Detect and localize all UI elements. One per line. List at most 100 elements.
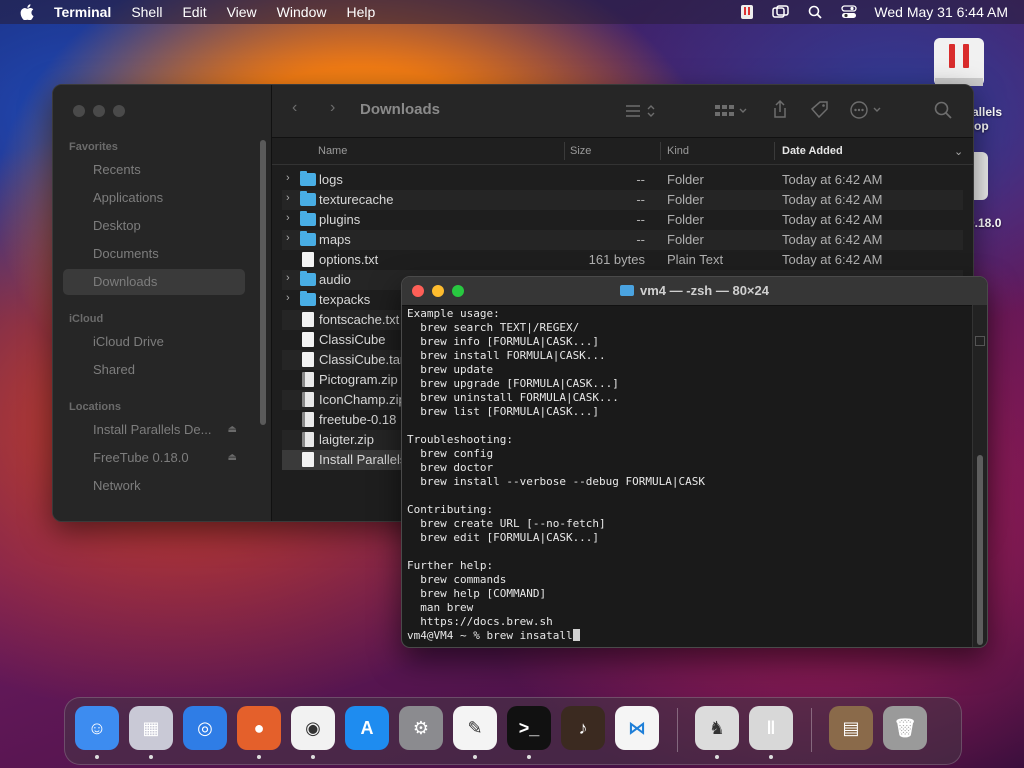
- finder-app-icon[interactable]: ☺: [75, 706, 119, 750]
- menu-bar: Terminal Shell Edit View Window Help Wed…: [0, 0, 1024, 24]
- menu-window[interactable]: Window: [277, 4, 327, 20]
- folder-icon: [300, 211, 316, 226]
- disclosure-chevron-icon[interactable]: ›: [286, 232, 290, 244]
- finder-window-controls: [73, 105, 125, 117]
- running-indicator: [527, 755, 531, 759]
- menu-clock[interactable]: Wed May 31 6:44 AM: [874, 4, 1008, 20]
- spotlight-search-icon[interactable]: [806, 4, 824, 20]
- launchpad-app-icon[interactable]: ▦: [129, 706, 173, 750]
- folder-icon: [620, 285, 634, 296]
- file-name: Pictogram.zip: [319, 372, 398, 387]
- search-icon[interactable]: [934, 101, 952, 124]
- parallels-status-icon[interactable]: [738, 4, 756, 20]
- apple-menu-icon[interactable]: [18, 4, 36, 20]
- app-store-app-icon[interactable]: A: [345, 706, 389, 750]
- sidebar-scrollbar[interactable]: [260, 140, 266, 425]
- control-center-icon[interactable]: [840, 4, 858, 20]
- file-name: ClassiCube: [319, 332, 386, 347]
- zip-file-icon: [302, 432, 314, 447]
- textedit-app-icon[interactable]: ✎: [453, 706, 497, 750]
- sidebar-item-icloud-drive[interactable]: iCloud Drive: [63, 329, 245, 355]
- terminal-app-icon[interactable]: >_: [507, 706, 551, 750]
- menu-app-name[interactable]: Terminal: [54, 4, 111, 20]
- group-by-icon[interactable]: [714, 103, 750, 124]
- trash-icon[interactable]: 🗑: [883, 706, 927, 750]
- disclosure-chevron-icon[interactable]: ›: [286, 192, 290, 204]
- firefox-app-icon[interactable]: ●: [237, 706, 281, 750]
- file-name: fontscache.txt: [319, 312, 400, 327]
- file-kind: Folder: [667, 192, 704, 207]
- share-icon[interactable]: [772, 99, 788, 124]
- zip-file-icon: [302, 412, 314, 427]
- freetube-disk-icon[interactable]: [972, 152, 988, 200]
- sidebar-item-network[interactable]: Network: [63, 473, 245, 499]
- eject-icon[interactable]: ⏏: [228, 417, 237, 443]
- window-switcher-icon[interactable]: [772, 4, 790, 20]
- chrome-app-icon[interactable]: ◉: [291, 706, 335, 750]
- menu-shell[interactable]: Shell: [131, 4, 162, 20]
- locations-header: Locations: [69, 401, 121, 413]
- sidebar-item-desktop[interactable]: Desktop: [63, 213, 245, 239]
- menu-help[interactable]: Help: [346, 4, 375, 20]
- disclosure-chevron-icon[interactable]: ›: [286, 272, 290, 284]
- parallels-app-icon[interactable]: ‖: [749, 706, 793, 750]
- sidebar-item-freetube[interactable]: FreeTube 0.18.0 ⏏: [63, 445, 245, 471]
- terminal-cursor: [572, 629, 580, 641]
- terminal-output[interactable]: Example usage: brew search TEXT|/REGEX/ …: [407, 307, 705, 643]
- file-size: --: [636, 172, 645, 187]
- folder-icon: [300, 271, 316, 286]
- sidebar-item-install-parallels[interactable]: Install Parallels De... ⏏: [63, 417, 245, 443]
- finder-close-button[interactable]: [73, 105, 85, 117]
- file-row[interactable]: › logs -- Folder Today at 6:42 AM: [282, 170, 963, 190]
- eject-icon[interactable]: ⏏: [228, 445, 237, 471]
- menu-edit[interactable]: Edit: [182, 4, 206, 20]
- column-date-added[interactable]: Date Added: [782, 145, 843, 157]
- finder-zoom-button[interactable]: [113, 105, 125, 117]
- list-view-icon[interactable]: [624, 103, 658, 124]
- file-name: logs: [319, 172, 343, 187]
- file-date-added: Today at 6:42 AM: [782, 232, 883, 247]
- menu-view[interactable]: View: [227, 4, 257, 20]
- file-name: texturecache: [319, 192, 394, 207]
- file-row[interactable]: › plugins -- Folder Today at 6:42 AM: [282, 210, 963, 230]
- chess-app-icon[interactable]: ♞: [695, 706, 739, 750]
- column-separator[interactable]: [564, 142, 565, 160]
- file-row[interactable]: › maps -- Folder Today at 6:42 AM: [282, 230, 963, 250]
- terminal-titlebar[interactable]: vm4 — -zsh — 80×24: [402, 277, 987, 306]
- column-kind[interactable]: Kind: [667, 145, 689, 157]
- running-indicator: [473, 755, 477, 759]
- sidebar-item-applications[interactable]: Applications: [63, 185, 245, 211]
- downloads-stack-icon[interactable]: ▤: [829, 706, 873, 750]
- sort-chevron-down-icon[interactable]: ⌄: [954, 145, 963, 158]
- column-separator[interactable]: [774, 142, 775, 160]
- document-icon: [302, 252, 314, 267]
- column-size[interactable]: Size: [570, 145, 591, 157]
- file-size: 161 bytes: [588, 252, 645, 267]
- sidebar-item-documents[interactable]: Documents: [63, 241, 245, 267]
- forward-chevron-icon[interactable]: ›: [330, 99, 335, 117]
- dock: ☺ ▦ ◎ ● ◉ A ⚙ ✎ >_ ♪ ⋈ ♞ ‖ ▤ 🗑: [64, 697, 962, 765]
- sidebar-item-recents[interactable]: Recents: [63, 157, 245, 183]
- finder-minimize-button[interactable]: [93, 105, 105, 117]
- safari-app-icon[interactable]: ◎: [183, 706, 227, 750]
- back-chevron-icon[interactable]: ‹: [292, 99, 297, 117]
- vscode-app-icon[interactable]: ⋈: [615, 706, 659, 750]
- action-menu-icon[interactable]: [850, 101, 886, 124]
- disclosure-chevron-icon[interactable]: ›: [286, 212, 290, 224]
- column-name[interactable]: Name: [318, 145, 347, 157]
- terminal-scroll-thumb[interactable]: [977, 455, 983, 645]
- parallels-desktop-icon[interactable]: [932, 34, 986, 90]
- disclosure-chevron-icon[interactable]: ›: [286, 172, 290, 184]
- tag-icon[interactable]: [810, 101, 830, 124]
- system-preferences-app-icon[interactable]: ⚙: [399, 706, 443, 750]
- column-separator[interactable]: [660, 142, 661, 160]
- sidebar-item-shared[interactable]: Shared: [63, 357, 245, 383]
- split-pane-icon[interactable]: [975, 336, 985, 346]
- garageband-app-icon[interactable]: ♪: [561, 706, 605, 750]
- file-row[interactable]: options.txt 161 bytes Plain Text Today at 6…: [282, 250, 963, 270]
- terminal-scrollbar[interactable]: [972, 305, 987, 647]
- file-name: freetube-0.18: [319, 412, 397, 427]
- sidebar-item-downloads[interactable]: Downloads: [63, 269, 245, 295]
- file-row[interactable]: › texturecache -- Folder Today at 6:42 AM: [282, 190, 963, 210]
- disclosure-chevron-icon[interactable]: ›: [286, 292, 290, 304]
